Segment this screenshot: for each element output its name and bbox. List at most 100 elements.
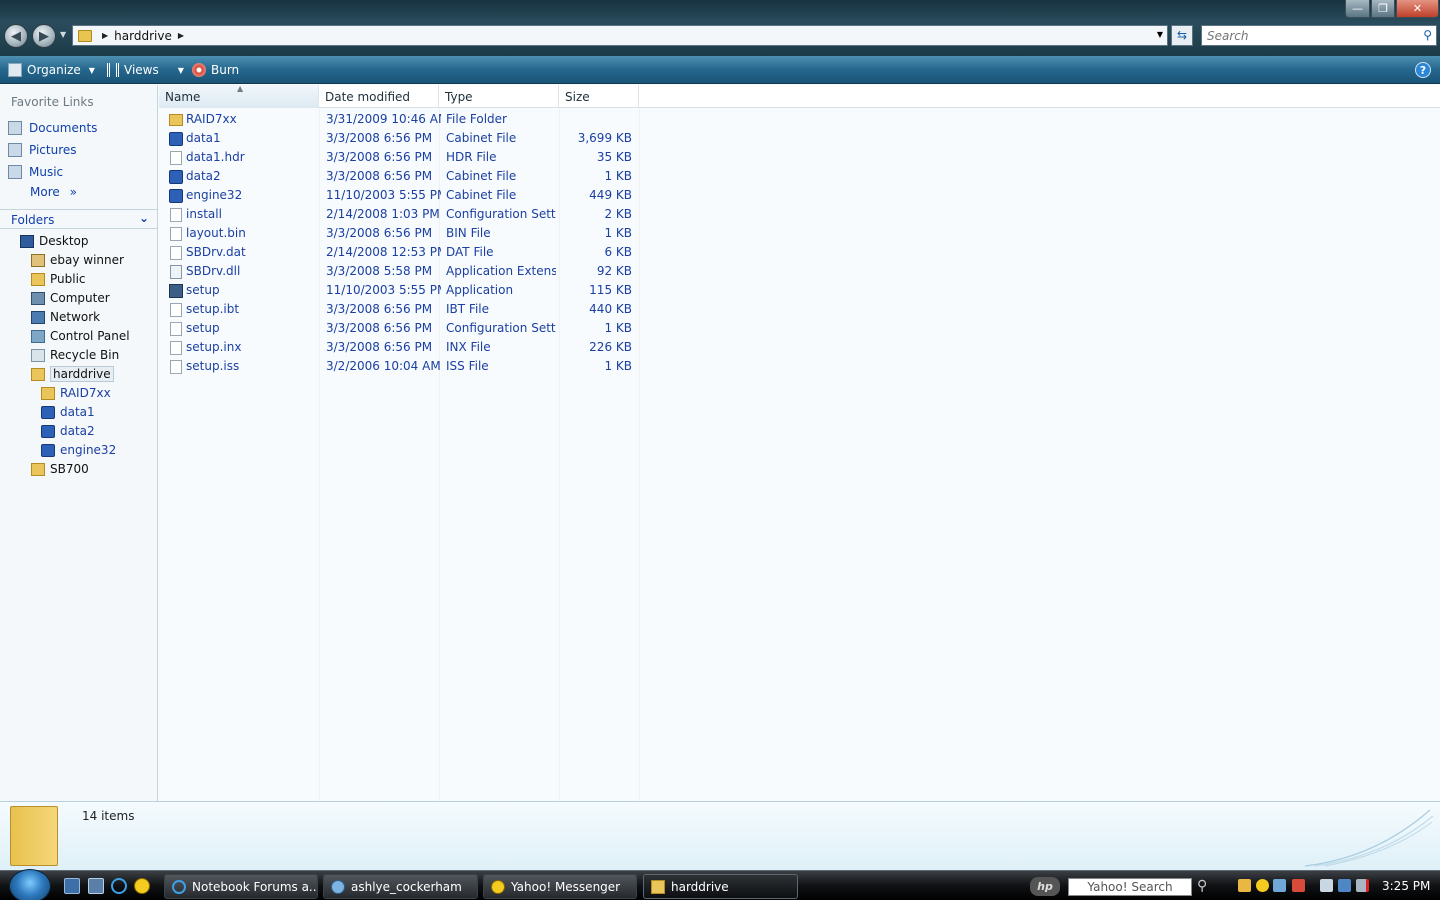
tray-messenger-icon[interactable] (1256, 879, 1269, 892)
tree-item-data2[interactable]: data2 (41, 422, 95, 440)
tray-network-icon[interactable] (1273, 879, 1286, 892)
file-name: layout.bin (186, 226, 246, 240)
file-name: setup.iss (186, 359, 240, 373)
file-row[interactable]: setup 11/10/2003 5:55 PM Application 115 KB (159, 281, 639, 300)
internet-explorer-icon[interactable] (111, 878, 127, 894)
start-button[interactable] (9, 869, 51, 900)
tray-device-icon[interactable] (1320, 879, 1333, 892)
address-bar[interactable]: ▶ harddrive ▶ ▼ (72, 25, 1168, 46)
yahoo-search-box[interactable]: Yahoo! Search (1068, 878, 1192, 896)
chevron-down-icon: ▼ (88, 65, 95, 75)
minimize-button[interactable]: — (1345, 0, 1370, 18)
tree-item-sb700[interactable]: SB700 (31, 460, 89, 478)
cabinet-icon (41, 443, 55, 457)
breadcrumb-arrow-icon[interactable]: ▶ (102, 31, 108, 40)
search-icon[interactable]: ⚲ (1423, 28, 1432, 42)
back-button[interactable]: ◀ (4, 24, 28, 48)
file-row[interactable]: setup.iss 3/2/2006 10:04 AM ISS File 1 KB (159, 357, 639, 376)
tree-item-data1[interactable]: data1 (41, 403, 95, 421)
file-row[interactable]: setup.inx 3/3/2008 6:56 PM INX File 226 KB (159, 338, 639, 357)
file-type: ISS File (446, 359, 489, 373)
music-icon (8, 165, 22, 179)
yahoo-messenger-icon[interactable] (134, 878, 150, 894)
views-button[interactable]: Views ▼ (107, 62, 184, 78)
clock[interactable]: 3:25 PM (1382, 879, 1430, 893)
search-box[interactable]: ⚲ (1201, 25, 1437, 46)
file-row[interactable]: install 2/14/2008 1:03 PM Configuration Se… (159, 205, 639, 224)
file-row[interactable]: SBDrv.dat 2/14/2008 12:53 PM DAT File 6 KB (159, 243, 639, 262)
file-row[interactable]: layout.bin 3/3/2008 6:56 PM BIN File 1 KB (159, 224, 639, 243)
file-row[interactable]: SBDrv.dll 3/3/2008 5:58 PM Application Ext… (159, 262, 639, 281)
maximize-button[interactable]: ❐ (1371, 0, 1395, 18)
tray-folder-icon[interactable] (1238, 879, 1251, 892)
folder-icon (31, 462, 45, 476)
tray-network-connection-icon[interactable] (1338, 879, 1351, 892)
burn-button[interactable]: Burn (192, 62, 239, 78)
tree-item-ebay-winner[interactable]: ebay winner (31, 251, 124, 269)
taskbar-button-yahoo-messenger[interactable]: Yahoo! Messenger (483, 874, 637, 899)
file-row[interactable]: setup.ibt 3/3/2008 6:56 PM IBT File 440 KB (159, 300, 639, 319)
file-type: INX File (446, 340, 491, 354)
switch-windows-icon[interactable] (88, 878, 104, 894)
address-dropdown-icon[interactable]: ▼ (1157, 30, 1163, 39)
tray-security-icon[interactable] (1292, 879, 1305, 892)
favorite-link-music[interactable]: Music (8, 163, 154, 181)
file-row[interactable]: RAID7xx 3/31/2009 10:46 AM File Folder (159, 110, 639, 129)
file-date-modified: 11/10/2003 5:55 PM (326, 188, 441, 202)
search-input[interactable] (1202, 26, 1402, 45)
volume-muted-icon[interactable] (1356, 879, 1369, 892)
column-header-size[interactable]: Size (559, 85, 639, 108)
tree-item-network[interactable]: Network (31, 308, 100, 326)
file-row[interactable]: setup 3/3/2008 6:56 PM Configuration Sett.… (159, 319, 639, 338)
tree-item-control-panel[interactable]: Control Panel (31, 327, 130, 345)
tree-item-recycle-bin[interactable]: Recycle Bin (31, 346, 119, 364)
recent-pages-dropdown[interactable]: ▼ (60, 30, 66, 39)
breadcrumb-harddrive[interactable]: harddrive (114, 29, 172, 43)
file-row[interactable]: data1.hdr 3/3/2008 6:56 PM HDR File 35 KB (159, 148, 639, 167)
tree-item-label: Network (50, 310, 101, 324)
taskbar-button-notebook-forums[interactable]: Notebook Forums a... (164, 874, 318, 899)
tree-item-desktop[interactable]: Desktop (20, 232, 89, 250)
favorite-link-pictures[interactable]: Pictures (8, 141, 154, 159)
taskbar-button-harddrive[interactable]: harddrive (643, 874, 798, 899)
file-date-modified: 3/3/2008 6:56 PM (326, 226, 433, 240)
dll-icon (170, 265, 182, 279)
column-header-name[interactable]: ▲ Name (159, 85, 319, 108)
file-row[interactable]: data2 3/3/2008 6:56 PM Cabinet File 1 KB (159, 167, 639, 186)
control-panel-icon (31, 329, 45, 343)
tree-item-public[interactable]: Public (31, 270, 86, 288)
column-header-date-modified[interactable]: Date modified (319, 85, 439, 108)
tree-item-engine32[interactable]: engine32 (41, 441, 116, 459)
more-label: More (30, 185, 60, 199)
file-name: data2 (186, 169, 221, 183)
file-size: 1 KB (604, 359, 632, 373)
more-links-button[interactable]: More » (30, 185, 77, 199)
close-button[interactable]: ✕ (1396, 0, 1439, 18)
favorite-link-label: Documents (29, 121, 98, 135)
tree-item-raid7xx[interactable]: RAID7xx (41, 384, 111, 402)
config-icon (170, 208, 182, 222)
taskbar: Notebook Forums a... ashlye_cockerham Ya… (0, 869, 1440, 900)
tree-item-computer[interactable]: Computer (31, 289, 110, 307)
search-icon[interactable]: ⚲ (1197, 878, 1207, 894)
breadcrumb-arrow-icon[interactable]: ▶ (178, 31, 184, 40)
file-type: Application (446, 283, 514, 297)
file-row[interactable]: data1 3/3/2008 6:56 PM Cabinet File 3,699 K… (159, 129, 639, 148)
refresh-button[interactable]: ⇆ (1171, 25, 1193, 46)
task-label: ashlye_cockerham (351, 879, 462, 894)
file-size: 115 KB (589, 283, 632, 297)
tree-item-harddrive[interactable]: harddrive (31, 365, 114, 383)
forward-button[interactable]: ▶ (32, 24, 56, 48)
organize-button[interactable]: Organize ▼ (8, 62, 95, 78)
folders-toggle[interactable]: Folders ⌄ (0, 209, 157, 229)
file-date-modified: 3/3/2008 6:56 PM (326, 131, 433, 145)
favorite-link-documents[interactable]: Documents (8, 119, 154, 137)
file-name: engine32 (186, 188, 243, 202)
taskbar-button-ashlye-cockerham[interactable]: ashlye_cockerham (323, 874, 478, 899)
tree-item-label: data1 (60, 405, 95, 419)
show-desktop-icon[interactable] (64, 878, 80, 894)
help-button[interactable]: ? (1415, 62, 1431, 78)
file-name: SBDrv.dat (186, 245, 246, 259)
file-row[interactable]: engine32 11/10/2003 5:55 PM Cabinet File 44… (159, 186, 639, 205)
column-header-type[interactable]: Type (439, 85, 559, 108)
